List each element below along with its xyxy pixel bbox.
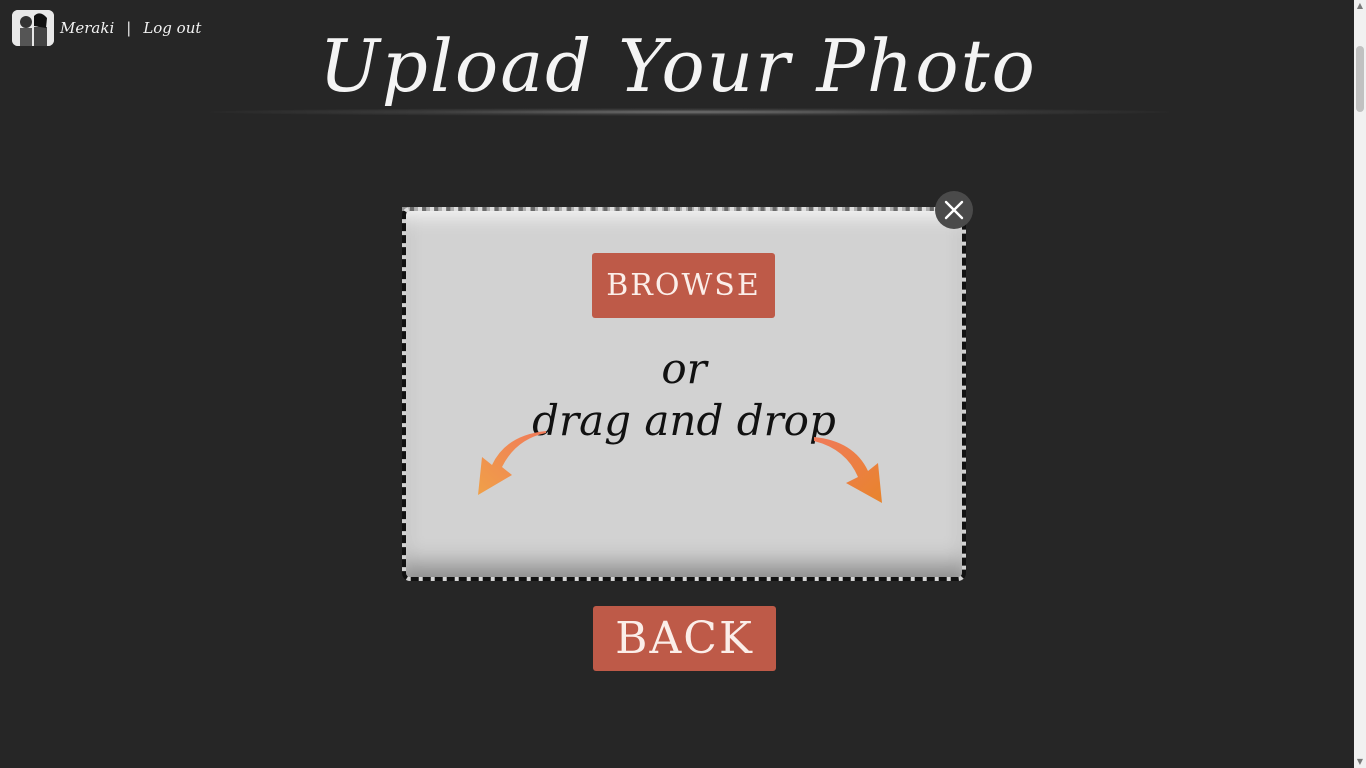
- scroll-down-icon[interactable]: ▼: [1354, 756, 1366, 768]
- close-icon: [944, 200, 964, 220]
- scrollbar-thumb[interactable]: [1356, 46, 1364, 112]
- scroll-up-icon[interactable]: ▲: [1354, 0, 1366, 12]
- back-button[interactable]: BACK: [593, 606, 776, 671]
- close-button[interactable]: [935, 191, 973, 229]
- title-divider: [210, 108, 1170, 116]
- arrow-down-right-icon: [814, 437, 882, 503]
- upload-page: Meraki | Log out Upload Your Photo BROWS…: [0, 0, 1366, 768]
- photo-dropzone[interactable]: BROWSE or drag and drop: [402, 207, 966, 581]
- or-label: or: [661, 344, 707, 393]
- arrow-down-left-icon: [478, 431, 546, 495]
- browse-button[interactable]: BROWSE: [592, 253, 775, 318]
- page-title: Upload Your Photo: [319, 24, 1037, 108]
- vertical-scrollbar[interactable]: ▲ ▼: [1354, 0, 1366, 768]
